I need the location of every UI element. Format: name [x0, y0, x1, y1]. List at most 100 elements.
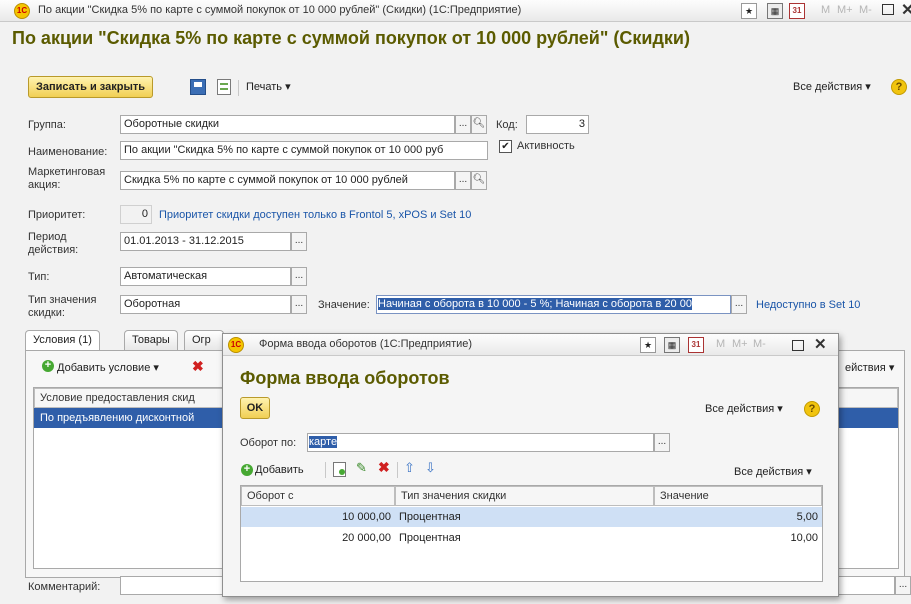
dialog-heading: Форма ввода оборотов [240, 368, 450, 388]
delete-icon[interactable]: ✖ [378, 459, 390, 476]
save-icon[interactable] [190, 79, 206, 95]
calculator-icon[interactable]: ▦ [664, 337, 680, 353]
all-actions-label: Все действия [793, 81, 863, 93]
calendar-icon[interactable]: 31 [688, 337, 704, 353]
print-menu[interactable]: Печать ▾ [246, 80, 291, 93]
unavailable-note: Недоступно в Set 10 [756, 299, 861, 311]
table-all-actions-label: Все действия [734, 466, 804, 478]
chevron-down-icon: ▾ [888, 362, 895, 374]
dialog-all-actions-label: Все действия [705, 403, 775, 415]
turnover-field[interactable]: карте [307, 433, 654, 452]
priority-note: Приоритет скидки доступен только в Front… [159, 209, 472, 221]
document-icon[interactable] [217, 79, 231, 95]
toolbar-separator [238, 80, 239, 96]
priority-field[interactable]: 0 [120, 205, 152, 224]
column-header-value[interactable]: Значение [654, 486, 822, 506]
dialog-add-button[interactable]: Добавить [255, 464, 304, 476]
close-icon[interactable]: ✕ [901, 0, 911, 20]
help-icon[interactable]: ? [891, 79, 907, 95]
group-field[interactable]: Оборотные скидки [120, 115, 455, 134]
type-select-button[interactable]: ... [291, 267, 307, 286]
value-type-label: Тип значения скидки: [28, 294, 97, 319]
memory-mminus-button[interactable]: M- [753, 338, 766, 350]
column-header-type[interactable]: Тип значения скидки [395, 486, 654, 506]
window-title-bar: 1С По акции "Скидка 5% по карте с суммой… [0, 0, 911, 22]
move-down-icon[interactable]: ⇩ [425, 460, 436, 476]
cell-value: 5,00 [796, 511, 818, 523]
memory-mplus-button[interactable]: M+ [732, 338, 748, 350]
value-select-button[interactable]: ... [731, 295, 747, 314]
app-logo-icon: 1С [14, 3, 30, 19]
add-condition-label: Добавить условие [57, 362, 151, 374]
value-type-field[interactable]: Оборотная [120, 295, 291, 314]
value-field[interactable]: Начиная с оборота в 10 000 - 5 %; Начина… [376, 295, 731, 314]
memory-mminus-button[interactable]: M- [859, 4, 872, 16]
close-icon[interactable]: ✕ [814, 335, 827, 353]
copy-icon[interactable] [333, 462, 346, 477]
name-label: Наименование: [28, 146, 108, 158]
add-condition-button[interactable]: Добавить условие ▾ [57, 361, 159, 374]
column-header-from[interactable]: Оборот с [241, 486, 395, 506]
maximize-icon[interactable] [792, 340, 804, 351]
add-icon[interactable]: + [42, 360, 54, 372]
promo-field[interactable]: Скидка 5% по карте с суммой покупок от 1… [120, 171, 455, 190]
tab-conditions[interactable]: Условия (1) [25, 330, 100, 350]
table-row[interactable]: 10 000,00 Процентная 5,00 [241, 507, 822, 527]
toolbar-separator [397, 462, 398, 478]
add-icon[interactable]: + [241, 464, 253, 476]
period-field[interactable]: 01.01.2013 - 31.12.2015 [120, 232, 291, 251]
search-icon[interactable]: 🔍︎ [471, 171, 487, 190]
print-label: Печать [246, 81, 283, 93]
edit-icon[interactable]: ✎ [356, 460, 367, 476]
window-title: По акции "Скидка 5% по карте с суммой по… [38, 4, 522, 16]
name-field[interactable]: По акции "Скидка 5% по карте с суммой по… [120, 141, 488, 160]
chevron-down-icon: ▾ [777, 403, 783, 415]
turnover-field-text: карте [309, 436, 338, 448]
favorites-icon[interactable]: ★ [640, 337, 656, 353]
save-close-button[interactable]: Записать и закрыть [28, 76, 154, 98]
table-row[interactable]: 20 000,00 Процентная 10,00 [241, 528, 822, 548]
code-field[interactable]: 3 [526, 115, 589, 134]
chevron-down-icon: ▾ [806, 466, 812, 478]
calculator-icon[interactable]: ▦ [767, 3, 783, 19]
active-checkbox[interactable]: ✔ [499, 140, 512, 153]
conditions-all-actions[interactable]: ействия ▾ [845, 361, 894, 374]
value-type-select-button[interactable]: ... [291, 295, 307, 314]
turnover-select-button[interactable]: ... [654, 433, 670, 452]
maximize-icon[interactable] [882, 4, 894, 15]
help-icon[interactable]: ? [804, 401, 820, 417]
dialog-window-title: Форма ввода оборотов (1С:Предприятие) [259, 338, 473, 350]
all-actions-menu[interactable]: Все действия ▾ [793, 80, 871, 93]
table-all-actions[interactable]: Все действия ▾ [734, 465, 812, 478]
page-title: По акции "Скидка 5% по карте с суммой по… [12, 28, 690, 48]
delete-icon[interactable]: ✖ [192, 358, 204, 375]
code-label: Код: [496, 119, 518, 131]
ok-button[interactable]: OK [240, 397, 270, 419]
group-select-button[interactable]: ... [455, 115, 471, 134]
move-up-icon[interactable]: ⇧ [404, 460, 415, 476]
tab-restrictions[interactable]: Огр [184, 330, 224, 350]
group-label: Группа: [28, 119, 66, 131]
cell-from: 10 000,00 [342, 511, 391, 523]
cell-value: 10,00 [790, 532, 818, 544]
comment-select-button[interactable]: ... [895, 576, 911, 595]
memory-mplus-button[interactable]: M+ [837, 4, 853, 16]
comment-label: Комментарий: [28, 581, 101, 593]
type-field[interactable]: Автоматическая [120, 267, 291, 286]
priority-label: Приоритет: [28, 209, 86, 221]
search-icon[interactable]: 🔍︎ [471, 115, 487, 134]
period-label: Период действия: [28, 231, 79, 256]
dialog-all-actions[interactable]: Все действия ▾ [705, 402, 783, 415]
memory-m-button[interactable]: M [821, 4, 830, 16]
cell-type: Процентная [399, 532, 461, 544]
turnover-label: Оборот по: [240, 437, 297, 449]
cell-from: 20 000,00 [342, 532, 391, 544]
period-select-button[interactable]: ... [291, 232, 307, 251]
conditions-all-actions-label: ействия [845, 362, 886, 374]
chevron-down-icon: ▾ [285, 81, 291, 93]
favorites-icon[interactable]: ★ [741, 3, 757, 19]
tab-goods[interactable]: Товары [124, 330, 178, 350]
memory-m-button[interactable]: M [716, 338, 725, 350]
promo-select-button[interactable]: ... [455, 171, 471, 190]
calendar-icon[interactable]: 31 [789, 3, 805, 19]
